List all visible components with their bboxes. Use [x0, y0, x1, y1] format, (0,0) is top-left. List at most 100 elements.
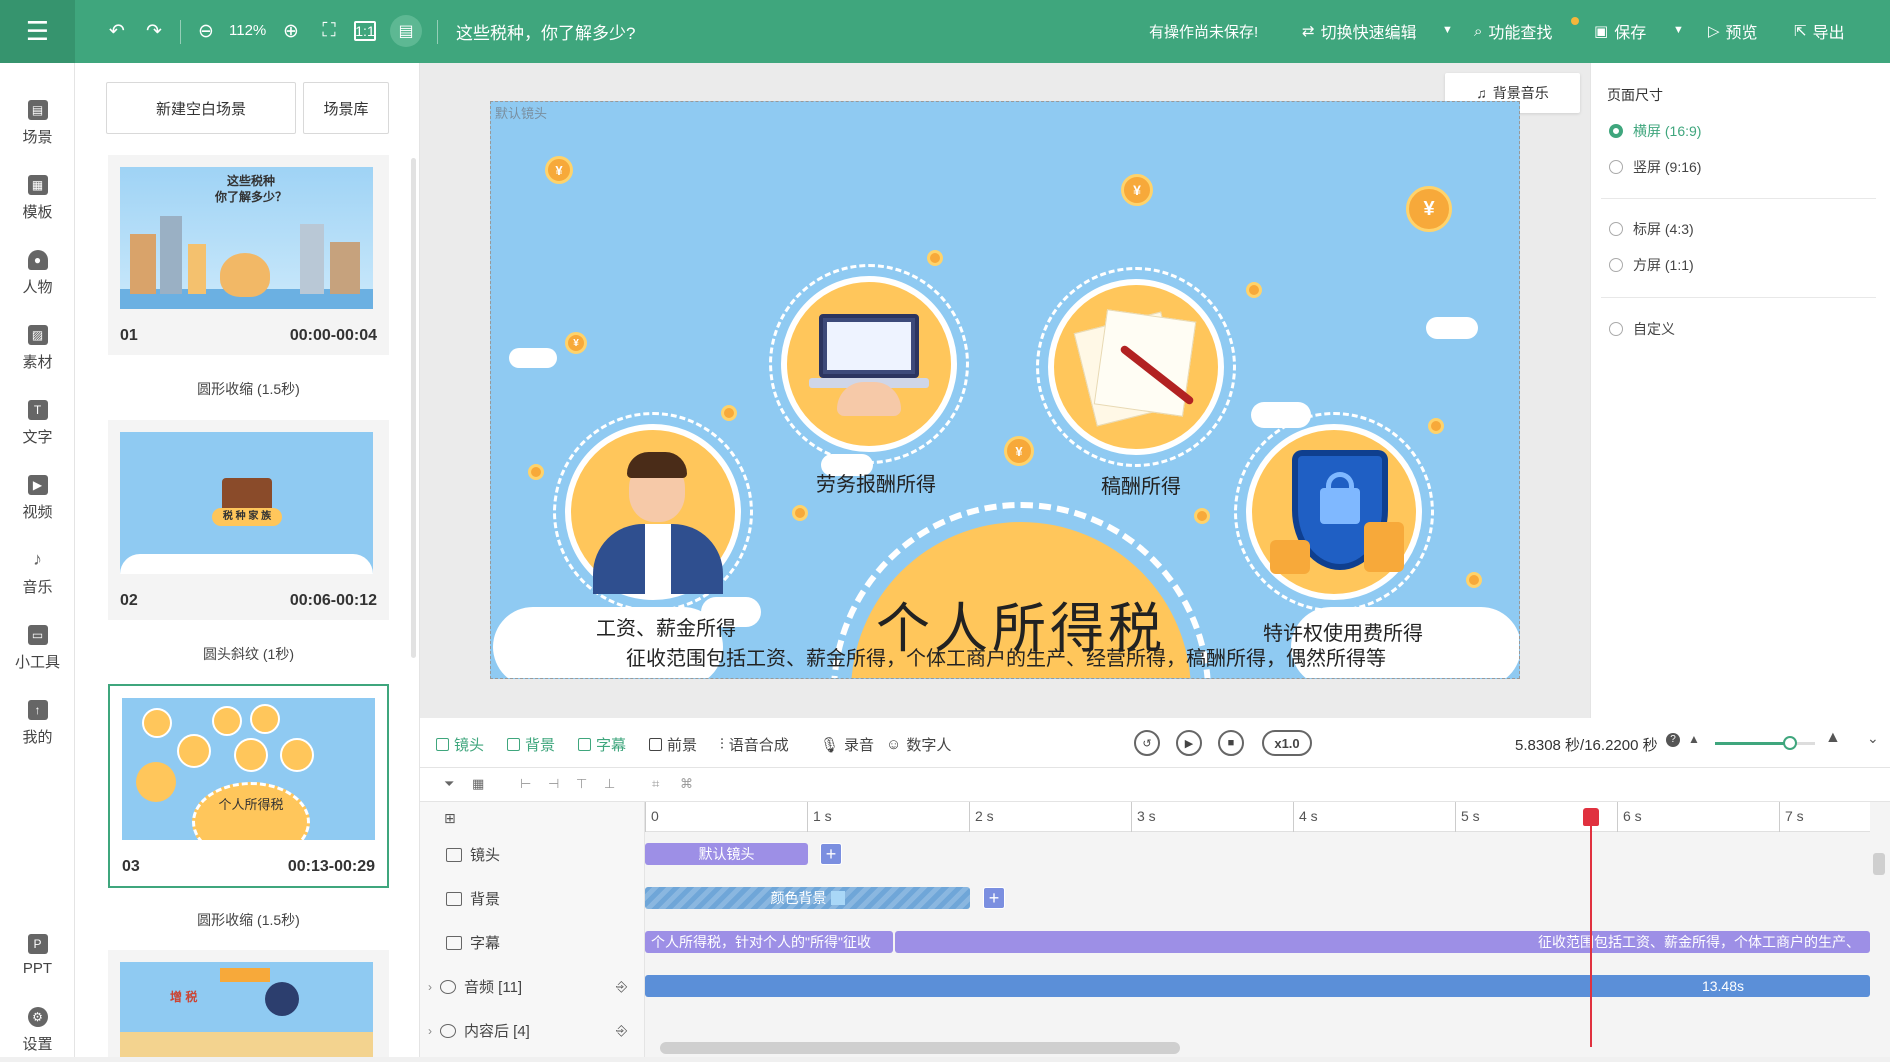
- tracks-menu-icon[interactable]: ⊞: [444, 810, 456, 827]
- audio-clip[interactable]: 13.48s: [645, 975, 1870, 997]
- subtitle-clip-1[interactable]: 个人所得税，针对个人的"所得"征收: [645, 931, 893, 953]
- transition-label[interactable]: 圆形收缩 (1.5秒): [108, 910, 389, 930]
- project-title[interactable]: 这些税种，你了解多少?: [456, 19, 635, 44]
- subtitle-clip-2[interactable]: 征收范围包括工资、薪金所得，个体工商户的生产、: [895, 931, 1870, 953]
- timeline-h-scrollbar[interactable]: [660, 1042, 1180, 1054]
- tab-foreground[interactable]: 前景: [649, 734, 697, 755]
- shot-clip[interactable]: 默认镜头: [645, 843, 808, 865]
- collapse-icon[interactable]: ⌄: [1867, 730, 1879, 747]
- split-icon[interactable]: ⌗: [652, 776, 670, 792]
- align-left-icon[interactable]: ⊢: [520, 776, 538, 792]
- align-right-icon[interactable]: ⊤: [576, 776, 594, 792]
- radio-square[interactable]: 方屏 (1:1): [1609, 255, 1694, 275]
- track-label-shot[interactable]: 镜头: [446, 844, 500, 865]
- coin-icon: [792, 505, 808, 521]
- background-clip[interactable]: 颜色背景: [645, 887, 970, 909]
- ratio-icon[interactable]: ▤: [390, 15, 422, 47]
- scene-card-03[interactable]: 个人所得税 03 00:13-00:29: [108, 684, 389, 888]
- notify-dot: [1571, 17, 1579, 25]
- track-label-after[interactable]: › 内容后 [4]: [428, 1020, 530, 1041]
- scene-thumbnail: 个人所得税: [122, 698, 375, 840]
- merge-icon[interactable]: ⌘: [680, 776, 698, 792]
- add-shot-button[interactable]: +: [820, 843, 842, 865]
- fullscreen-icon[interactable]: ⛶: [316, 18, 342, 44]
- label-wage[interactable]: 工资、薪金所得: [596, 612, 736, 641]
- tab-tts[interactable]: ⫶ 语音合成: [720, 734, 789, 755]
- subtitle-text[interactable]: 征收范围包括工资、薪金所得，个体工商户的生产、经营所得，稿酬所得，偶然所得等: [491, 642, 1519, 671]
- speed-button[interactable]: x1.0: [1262, 730, 1312, 756]
- stop-icon[interactable]: ■: [1218, 730, 1244, 756]
- scene-library-button[interactable]: 场景库: [303, 82, 389, 134]
- zoom-slider-knob[interactable]: [1783, 736, 1797, 750]
- help-icon[interactable]: ?: [1666, 733, 1680, 747]
- export-button[interactable]: ⇱ 导出: [1794, 19, 1845, 43]
- filter-icon[interactable]: ⏷: [444, 776, 462, 792]
- nav-toolbox[interactable]: ▭ 小工具: [0, 616, 75, 680]
- radio-portrait[interactable]: 竖屏 (9:16): [1609, 157, 1701, 177]
- replay-icon[interactable]: ↺: [1134, 730, 1160, 756]
- distribute-icon[interactable]: ⊥: [604, 776, 622, 792]
- scene-scrollbar[interactable]: [411, 158, 416, 658]
- track-label-audio[interactable]: › 音频 [11]: [428, 976, 522, 997]
- tab-record[interactable]: 🎙 录音: [820, 734, 874, 755]
- nav-text[interactable]: T 文字: [0, 391, 75, 455]
- add-background-button[interactable]: +: [983, 887, 1005, 909]
- scene-card-04[interactable]: 增 税: [108, 950, 389, 1057]
- transition-label[interactable]: 圆形收缩 (1.5秒): [108, 379, 389, 399]
- timeline-ruler[interactable]: 0 1 s 2 s 3 s 4 s 5 s 6 s 7 s: [645, 802, 1870, 832]
- nav-ppt[interactable]: P PPT: [0, 923, 75, 987]
- nav-template[interactable]: ▦ 模板: [0, 166, 75, 230]
- timeline-v-scrollbar[interactable]: [1873, 853, 1885, 875]
- zoom-in-icon[interactable]: ⊕: [278, 18, 304, 44]
- switch-mode-dropdown-icon[interactable]: ▼: [1442, 24, 1453, 36]
- actual-size-icon[interactable]: 1:1: [354, 21, 376, 41]
- scene-card-02[interactable]: 税 种 家 族 02 00:06-00:12: [108, 420, 389, 620]
- track-expand-icon[interactable]: ⎆: [616, 978, 627, 995]
- align-center-icon[interactable]: ⊣: [548, 776, 566, 792]
- track-expand-icon[interactable]: ⎆: [616, 1022, 627, 1039]
- label-royalty[interactable]: 稿酬所得: [1101, 470, 1181, 499]
- scene-panel: 新建空白场景 场景库 这些税种 你了解多少？ 01 00:00-00:04 圆形…: [75, 63, 420, 1057]
- group-icon[interactable]: ▦: [472, 776, 490, 792]
- play-icon[interactable]: ▶: [1176, 730, 1202, 756]
- zoom-out-timeline-icon[interactable]: ▲: [1688, 732, 1700, 746]
- track-label-subtitle[interactable]: 字幕: [446, 932, 500, 953]
- zoom-in-timeline-icon[interactable]: ▲: [1825, 729, 1841, 747]
- nav-music[interactable]: ♪ 音乐: [0, 541, 75, 605]
- scene-index: 03: [122, 858, 140, 875]
- track-label-background[interactable]: 背景: [446, 888, 500, 909]
- scene-card-01[interactable]: 这些税种 你了解多少？ 01 00:00-00:04: [108, 155, 389, 355]
- transition-label[interactable]: 圆头斜纹 (1秒): [108, 644, 389, 664]
- zoom-slider[interactable]: [1715, 736, 1815, 750]
- radio-landscape[interactable]: 横屏 (16:9): [1609, 121, 1701, 141]
- switch-mode-button[interactable]: ⇄ 切换快速编辑: [1302, 19, 1417, 43]
- undo-icon[interactable]: ↶: [104, 18, 130, 44]
- radio-standard[interactable]: 标屏 (4:3): [1609, 219, 1694, 239]
- nav-person[interactable]: ● 人物: [0, 241, 75, 305]
- tab-shot[interactable]: 镜头: [436, 734, 484, 755]
- menu-icon[interactable]: ☰: [0, 0, 75, 63]
- tab-digital-human[interactable]: ☺ 数字人: [886, 734, 951, 755]
- nav-material[interactable]: ▨ 素材: [0, 316, 75, 380]
- foreground-icon: [649, 738, 662, 751]
- nav-scene[interactable]: ▤ 场景: [0, 91, 75, 155]
- save-dropdown-icon[interactable]: ▼: [1673, 24, 1684, 36]
- new-blank-scene-button[interactable]: 新建空白场景: [106, 82, 296, 134]
- waveform-icon: ⫶: [720, 736, 724, 753]
- nav-settings[interactable]: ⚙ 设置: [0, 998, 75, 1062]
- playhead-handle[interactable]: [1583, 808, 1599, 826]
- zoom-out-icon[interactable]: ⊖: [193, 18, 219, 44]
- tab-subtitle[interactable]: 字幕: [578, 734, 626, 755]
- redo-icon[interactable]: ↷: [141, 18, 167, 44]
- feature-search-button[interactable]: ⌕ 功能查找: [1474, 19, 1552, 43]
- radio-custom[interactable]: 自定义: [1609, 319, 1675, 339]
- playhead[interactable]: [1590, 810, 1592, 1047]
- coin-icon: [1428, 418, 1444, 434]
- tab-background[interactable]: 背景: [507, 734, 555, 755]
- label-labor[interactable]: 劳务报酬所得: [816, 468, 936, 497]
- nav-video[interactable]: ▶ 视频: [0, 466, 75, 530]
- preview-button[interactable]: ▷ 预览: [1708, 19, 1758, 43]
- save-button[interactable]: ▣ 保存: [1594, 19, 1646, 43]
- stage[interactable]: 默认镜头 ¥ ¥ ¥ ¥ ¥ 劳务报酬所得 稿酬所得 工资、薪金所得 特许权使用…: [490, 101, 1520, 679]
- nav-mine[interactable]: ↑ 我的: [0, 691, 75, 755]
